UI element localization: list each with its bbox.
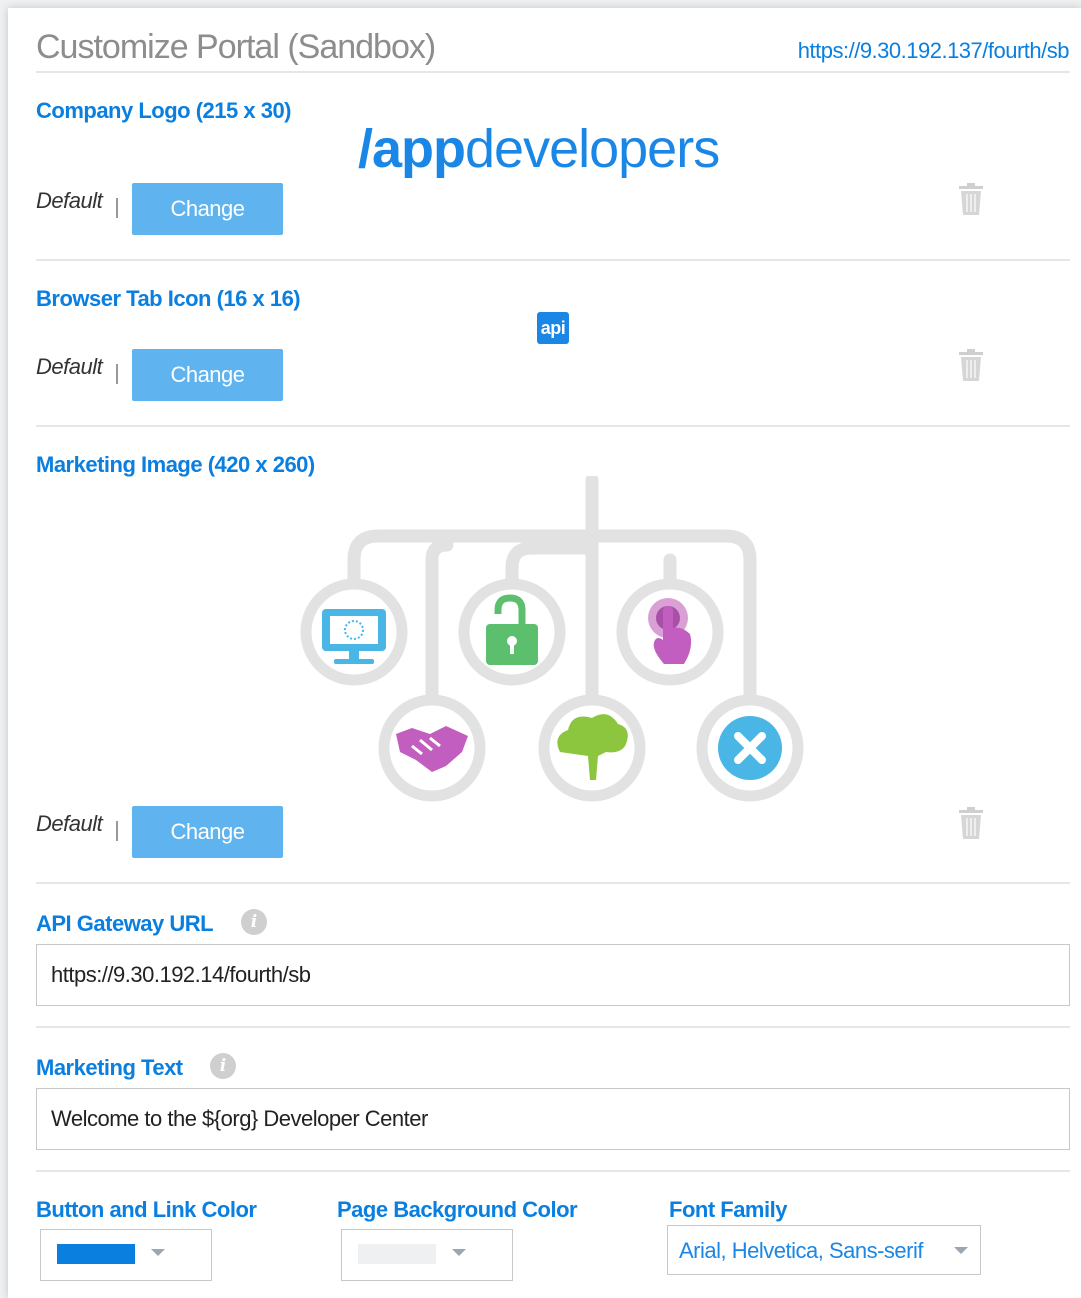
- marketing-image-delete-trash-icon[interactable]: [958, 806, 984, 840]
- marketing-image-preview: [300, 476, 804, 802]
- marketing-image-default-label: Default: [36, 811, 103, 836]
- chevron-down-icon: [954, 1247, 968, 1254]
- company-logo-delete-trash-icon[interactable]: [958, 182, 984, 216]
- page-background-color-label: Page Background Color: [337, 1197, 578, 1222]
- unlock-icon: [458, 578, 566, 686]
- api-gateway-info-icon[interactable]: i: [241, 909, 267, 935]
- marketing-text-input[interactable]: [36, 1088, 1070, 1150]
- font-family-label: Font Family: [669, 1197, 787, 1222]
- chevron-down-icon: [452, 1249, 466, 1256]
- divider: [36, 1026, 1070, 1028]
- browser-tab-icon-label: Browser Tab Icon (16 x 16): [36, 286, 301, 311]
- handshake-icon: [378, 694, 486, 802]
- button-link-color-picker[interactable]: [40, 1229, 212, 1281]
- divider: [36, 259, 1070, 261]
- close-x-icon: [696, 694, 804, 802]
- logo-bold-text: /app: [358, 119, 466, 179]
- cloud-icon: [538, 694, 646, 802]
- company-logo-change-button[interactable]: Change: [132, 183, 283, 235]
- font-family-value: Arial, Helvetica, Sans-serif: [679, 1238, 923, 1263]
- monitor-icon: [300, 578, 408, 686]
- marketing-text-info-icon[interactable]: i: [210, 1053, 236, 1079]
- pointer-icon: [616, 578, 724, 686]
- browser-tab-icon-default-label: Default: [36, 354, 103, 379]
- company-logo-preview: /appdevelopers: [358, 118, 720, 180]
- marketing-image-change-button[interactable]: Change: [132, 806, 283, 858]
- color-swatch: [57, 1244, 135, 1264]
- browser-tab-icon-preview: api: [537, 312, 569, 344]
- divider: [36, 1170, 1070, 1172]
- page-title: Customize Portal (Sandbox): [36, 28, 436, 66]
- button-link-color-label: Button and Link Color: [36, 1197, 257, 1222]
- api-gateway-url-label: API Gateway URL: [36, 911, 214, 936]
- page-background-color-picker[interactable]: [341, 1229, 513, 1281]
- font-family-select[interactable]: Arial, Helvetica, Sans-serif: [667, 1225, 981, 1275]
- marketing-image-label: Marketing Image (420 x 260): [36, 452, 315, 477]
- portal-url-link[interactable]: https://9.30.192.137/fourth/sb: [798, 38, 1070, 64]
- divider: [36, 71, 1070, 73]
- divider: [36, 882, 1070, 884]
- company-logo-default-label: Default: [36, 188, 103, 213]
- api-gateway-url-input[interactable]: [36, 944, 1070, 1006]
- color-swatch: [358, 1244, 436, 1264]
- company-logo-label: Company Logo (215 x 30): [36, 98, 292, 123]
- divider: [36, 425, 1070, 427]
- browser-tab-icon-change-button[interactable]: Change: [132, 349, 283, 401]
- separator: [116, 821, 118, 841]
- separator: [116, 364, 118, 384]
- marketing-text-label: Marketing Text: [36, 1055, 183, 1080]
- browser-tab-icon-delete-trash-icon[interactable]: [958, 348, 984, 382]
- chevron-down-icon: [151, 1249, 165, 1256]
- logo-light-text: developers: [465, 119, 720, 179]
- separator: [116, 198, 118, 218]
